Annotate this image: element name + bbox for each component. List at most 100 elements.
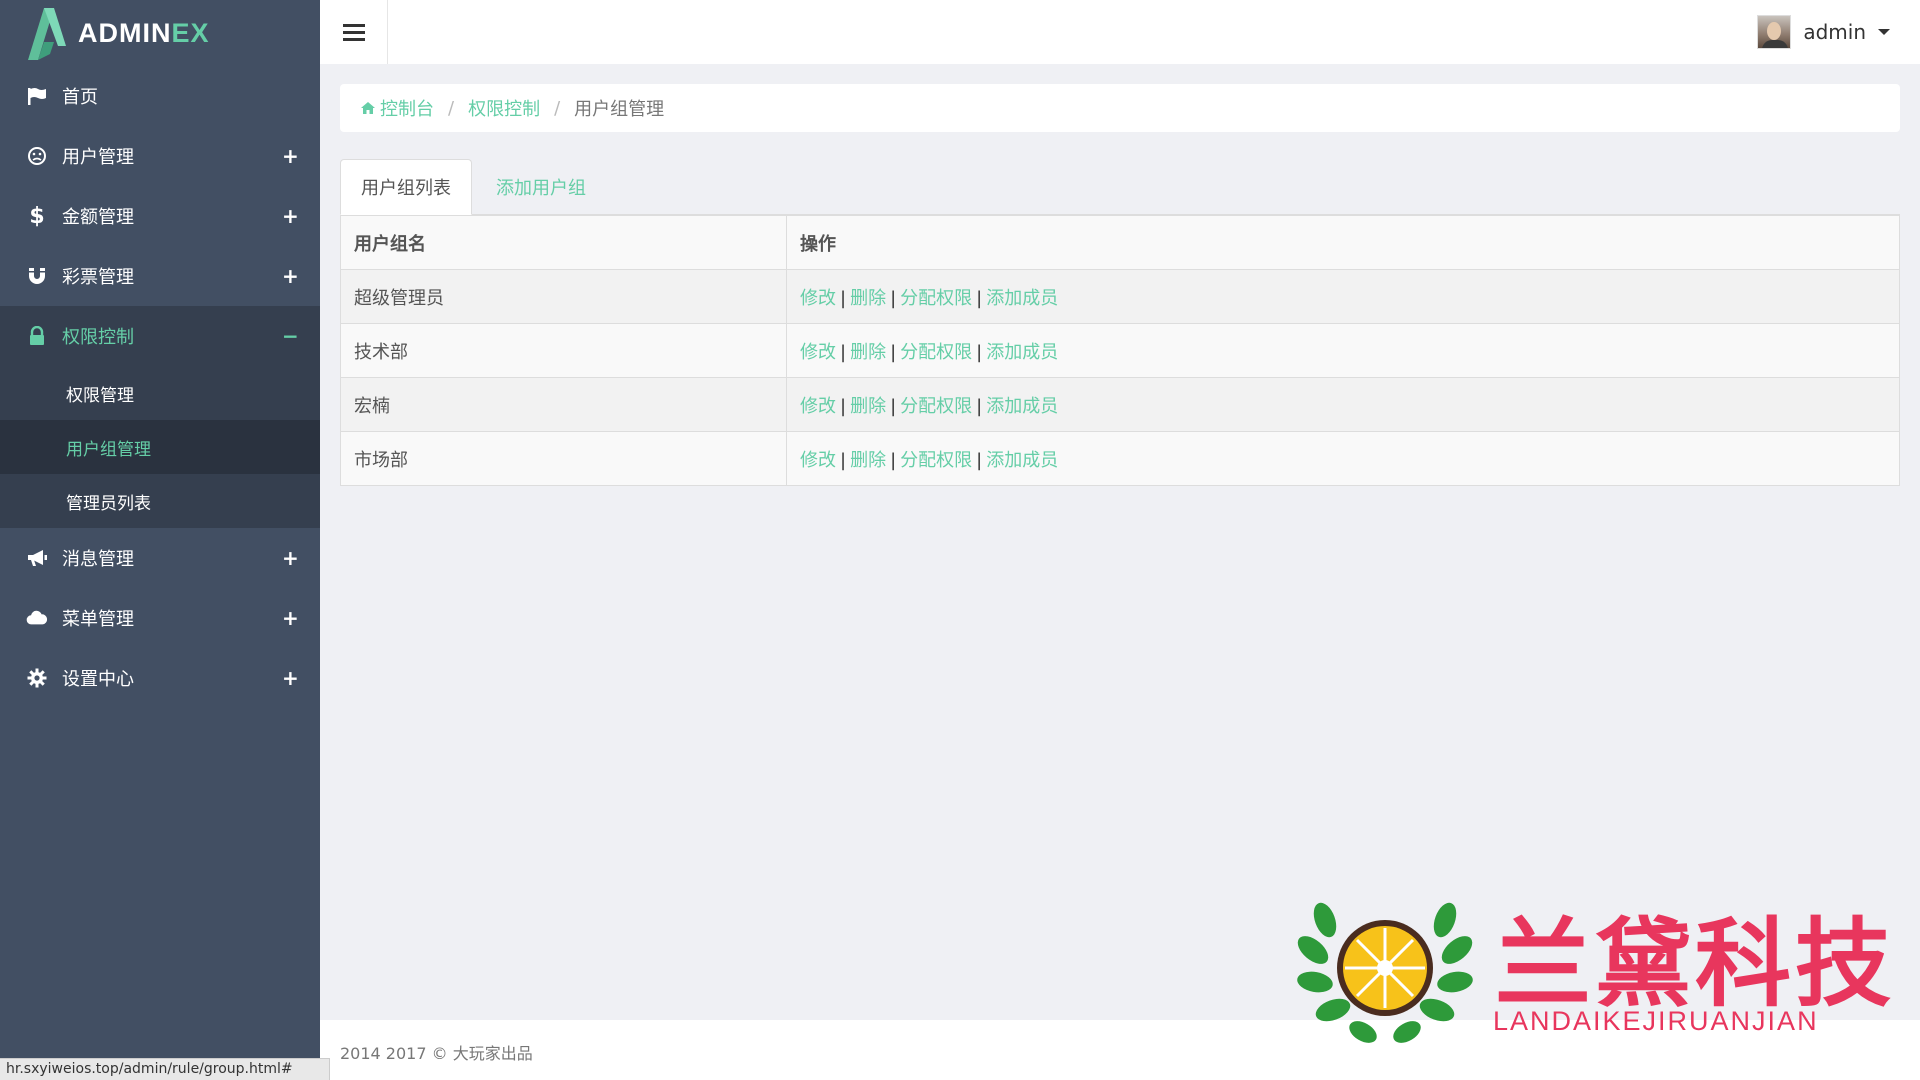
sidebar-item-home[interactable]: 首页 xyxy=(0,66,320,126)
logo-text-main: ADMIN xyxy=(78,17,172,48)
laurel-orange-logo-icon xyxy=(1297,902,1473,1043)
footer-text: 2014 2017 © 大玩家出品 xyxy=(340,1044,533,1063)
collapse-icon: − xyxy=(282,324,299,348)
table-row: 市场部 修改 | 删除 | 分配权限 | 添加成员 xyxy=(340,431,1900,486)
edit-link[interactable]: 修改 xyxy=(800,288,836,309)
action-separator: | xyxy=(840,287,847,309)
breadcrumb-home-label: 控制台 xyxy=(380,99,434,120)
action-separator: | xyxy=(840,341,847,363)
add-member-link[interactable]: 添加成员 xyxy=(986,342,1058,363)
actions-cell: 修改 | 删除 | 分配权限 | 添加成员 xyxy=(786,377,1900,432)
edit-link[interactable]: 修改 xyxy=(800,396,836,417)
breadcrumb: 控制台 / 权限控制 / 用户组管理 xyxy=(340,84,1900,132)
tab-bar: 用户组列表 添加用户组 xyxy=(340,159,1900,215)
expand-icon: + xyxy=(282,666,299,690)
group-name-cell: 宏楠 xyxy=(340,377,787,432)
sidebar-item-label: 首页 xyxy=(62,87,98,108)
group-name-cell: 市场部 xyxy=(340,431,787,486)
breadcrumb-home[interactable]: 控制台 xyxy=(360,95,434,121)
sidebar-item-user-management[interactable]: 用户管理 + xyxy=(0,126,320,186)
action-separator: | xyxy=(890,287,897,309)
edit-link[interactable]: 修改 xyxy=(800,450,836,471)
sidebar-item-settings-center[interactable]: 设置中心 + xyxy=(0,648,320,708)
action-separator: | xyxy=(976,395,983,417)
action-separator: | xyxy=(890,449,897,471)
top-header: admin xyxy=(320,0,1920,64)
group-name-cell: 超级管理员 xyxy=(340,269,787,324)
submenu-item-label: 用户组管理 xyxy=(66,439,151,460)
logo-mark-icon xyxy=(24,6,70,60)
home-icon xyxy=(361,102,375,114)
sidebar-item-message-management[interactable]: 消息管理 + xyxy=(0,528,320,588)
delete-link[interactable]: 删除 xyxy=(850,396,886,417)
breadcrumb-separator: / xyxy=(448,97,455,119)
user-menu[interactable]: admin xyxy=(1757,12,1890,52)
table-header-row: 用户组名 操作 xyxy=(340,215,1900,270)
logo-text-accent: EX xyxy=(171,17,210,48)
submenu-item-user-group-management[interactable]: 用户组管理 xyxy=(0,420,320,474)
expand-icon: + xyxy=(282,546,299,570)
cloud-icon xyxy=(26,607,48,629)
bullhorn-icon xyxy=(26,547,48,569)
logo[interactable]: ADMINEX xyxy=(0,0,320,66)
add-member-link[interactable]: 添加成员 xyxy=(986,396,1058,417)
submenu-item-label: 管理员列表 xyxy=(66,493,151,514)
browser-status-bar: hr.sxyiweios.top/admin/rule/group.html# xyxy=(0,1058,330,1080)
action-separator: | xyxy=(976,341,983,363)
sidebar-item-label: 权限控制 xyxy=(62,327,134,348)
action-separator: | xyxy=(840,395,847,417)
action-separator: | xyxy=(840,449,847,471)
watermark-subtitle: LANDAIKEJIRUANJIAN xyxy=(1493,1006,1819,1036)
breadcrumb-separator: / xyxy=(554,97,561,119)
table-row: 技术部 修改 | 删除 | 分配权限 | 添加成员 xyxy=(340,323,1900,378)
action-separator: | xyxy=(890,341,897,363)
smile-icon xyxy=(26,145,48,167)
lock-icon xyxy=(26,325,48,347)
edit-link[interactable]: 修改 xyxy=(800,342,836,363)
sidebar-item-label: 设置中心 xyxy=(62,669,134,690)
actions-cell: 修改 | 删除 | 分配权限 | 添加成员 xyxy=(786,269,1900,324)
assign-permission-link[interactable]: 分配权限 xyxy=(900,288,972,309)
sidebar-nav: 首页 用户管理 + $ 金额管理 + 彩票管理 + 权限控制 − 权限管理 用户… xyxy=(0,66,320,708)
watermark: 兰黛科技 LANDAIKEJIRUANJIAN xyxy=(1295,880,1895,1050)
action-separator: | xyxy=(976,287,983,309)
sidebar: ADMINEX 首页 用户管理 + $ 金额管理 + 彩票管理 + 权限控制 −… xyxy=(0,0,320,1080)
sidebar-item-label: 金额管理 xyxy=(62,207,134,228)
add-member-link[interactable]: 添加成员 xyxy=(986,450,1058,471)
dollar-icon: $ xyxy=(29,203,45,229)
actions-cell: 修改 | 删除 | 分配权限 | 添加成员 xyxy=(786,323,1900,378)
breadcrumb-current: 用户组管理 xyxy=(574,99,665,120)
hamburger-icon[interactable] xyxy=(320,0,388,64)
tab-user-group-list[interactable]: 用户组列表 xyxy=(340,159,472,215)
sidebar-item-menu-management[interactable]: 菜单管理 + xyxy=(0,588,320,648)
submenu-item-admin-list[interactable]: 管理员列表 xyxy=(0,474,320,528)
delete-link[interactable]: 删除 xyxy=(850,342,886,363)
submenu-item-permission-management[interactable]: 权限管理 xyxy=(0,366,320,420)
tab-add-user-group[interactable]: 添加用户组 xyxy=(472,159,606,215)
column-header-group-name: 用户组名 xyxy=(340,215,787,270)
avatar xyxy=(1757,15,1792,49)
actions-cell: 修改 | 删除 | 分配权限 | 添加成员 xyxy=(786,431,1900,486)
delete-link[interactable]: 删除 xyxy=(850,288,886,309)
caret-down-icon xyxy=(1878,29,1890,35)
magnet-icon xyxy=(26,265,48,287)
sidebar-item-lottery-management[interactable]: 彩票管理 + xyxy=(0,246,320,306)
gear-icon xyxy=(26,667,48,689)
breadcrumb-section[interactable]: 权限控制 xyxy=(468,95,540,121)
table-row: 宏楠 修改 | 删除 | 分配权限 | 添加成员 xyxy=(340,377,1900,432)
sidebar-item-label: 消息管理 xyxy=(62,549,134,570)
delete-link[interactable]: 删除 xyxy=(850,450,886,471)
sidebar-item-amount-management[interactable]: $ 金额管理 + xyxy=(0,186,320,246)
sidebar-item-permission-control[interactable]: 权限控制 − xyxy=(0,306,320,366)
expand-icon: + xyxy=(282,144,299,168)
sidebar-item-label: 用户管理 xyxy=(62,147,134,168)
sidebar-item-label: 彩票管理 xyxy=(62,267,134,288)
flag-icon xyxy=(26,85,48,107)
assign-permission-link[interactable]: 分配权限 xyxy=(900,450,972,471)
assign-permission-link[interactable]: 分配权限 xyxy=(900,342,972,363)
add-member-link[interactable]: 添加成员 xyxy=(986,288,1058,309)
column-header-actions: 操作 xyxy=(786,215,1900,270)
permission-submenu: 权限管理 用户组管理 管理员列表 xyxy=(0,366,320,528)
assign-permission-link[interactable]: 分配权限 xyxy=(900,396,972,417)
sidebar-item-label: 菜单管理 xyxy=(62,609,134,630)
